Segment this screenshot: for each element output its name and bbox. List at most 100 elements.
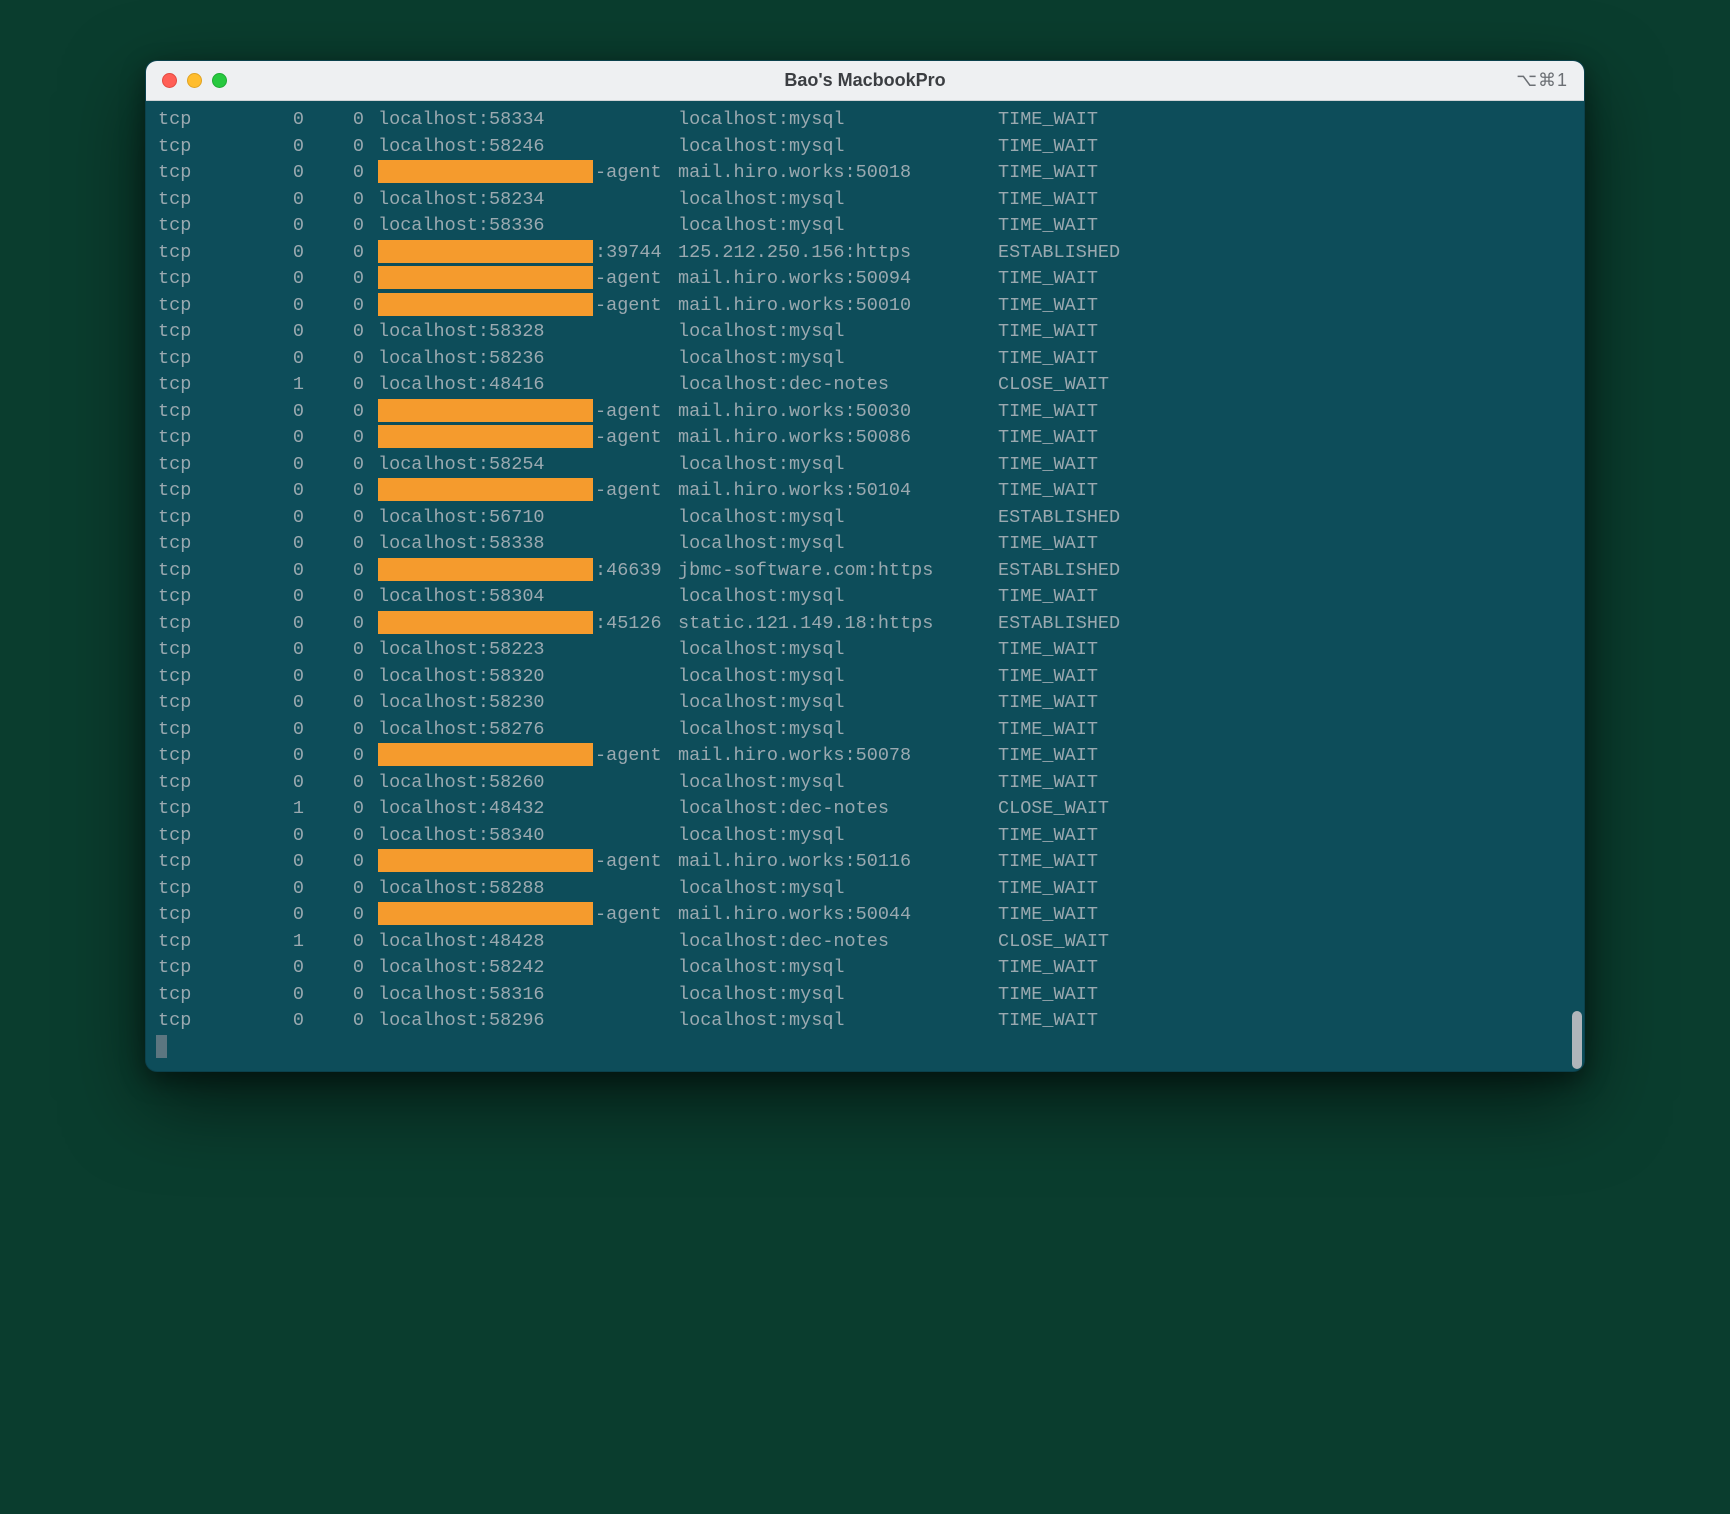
state-cell: TIME_WAIT <box>998 293 1218 320</box>
sendq-cell: 0 <box>318 1008 378 1035</box>
netstat-row: tcp00localhost:56710localhost:mysqlESTAB… <box>146 505 1584 532</box>
state-cell: TIME_WAIT <box>998 319 1218 346</box>
proto-cell: tcp <box>158 558 228 585</box>
remote-addr-cell: static.121.149.18:https <box>678 611 998 638</box>
scrollbar[interactable] <box>1571 101 1582 1071</box>
sendq-cell: 0 <box>318 637 378 664</box>
state-cell: TIME_WAIT <box>998 876 1218 903</box>
proto-cell: tcp <box>158 372 228 399</box>
recvq-cell: 0 <box>228 187 318 214</box>
local-addr-cell: -agent <box>378 266 678 293</box>
local-addr-cell: -agent <box>378 478 678 505</box>
recvq-cell: 0 <box>228 982 318 1009</box>
remote-addr-cell: localhost:mysql <box>678 505 998 532</box>
netstat-row: tcp00localhost:58316localhost:mysqlTIME_… <box>146 982 1584 1009</box>
remote-addr-cell: localhost:mysql <box>678 664 998 691</box>
netstat-row: tcp00-agentmail.hiro.works:50044TIME_WAI… <box>146 902 1584 929</box>
local-addr-cell: localhost:58276 <box>378 717 678 744</box>
state-cell: TIME_WAIT <box>998 346 1218 373</box>
redacted-block <box>378 240 593 263</box>
netstat-row: tcp00localhost:58230localhost:mysqlTIME_… <box>146 690 1584 717</box>
state-cell: TIME_WAIT <box>998 213 1218 240</box>
state-cell: TIME_WAIT <box>998 849 1218 876</box>
recvq-cell: 0 <box>228 319 318 346</box>
remote-addr-cell: localhost:mysql <box>678 955 998 982</box>
redacted-block <box>378 743 593 766</box>
state-cell: TIME_WAIT <box>998 743 1218 770</box>
remote-addr-cell: localhost:mysql <box>678 823 998 850</box>
prompt-line[interactable] <box>146 1035 1584 1061</box>
remote-addr-cell: localhost:dec-notes <box>678 929 998 956</box>
local-addr-cell: localhost:58336 <box>378 213 678 240</box>
netstat-row: tcp00:39744125.212.250.156:httpsESTABLIS… <box>146 240 1584 267</box>
proto-cell: tcp <box>158 531 228 558</box>
sendq-cell: 0 <box>318 107 378 134</box>
recvq-cell: 0 <box>228 213 318 240</box>
sendq-cell: 0 <box>318 399 378 426</box>
netstat-row: tcp00:46639jbmc-software.com:httpsESTABL… <box>146 558 1584 585</box>
proto-cell: tcp <box>158 664 228 691</box>
netstat-row: tcp00-agentmail.hiro.works:50104TIME_WAI… <box>146 478 1584 505</box>
sendq-cell: 0 <box>318 372 378 399</box>
terminal-output[interactable]: tcp00localhost:58334localhost:mysqlTIME_… <box>146 101 1584 1071</box>
titlebar[interactable]: Bao's MacbookPro ⌥⌘1 <box>146 61 1584 101</box>
state-cell: CLOSE_WAIT <box>998 372 1218 399</box>
netstat-row: tcp00-agentmail.hiro.works:50116TIME_WAI… <box>146 849 1584 876</box>
redacted-block <box>378 293 593 316</box>
state-cell: TIME_WAIT <box>998 770 1218 797</box>
netstat-row: tcp00localhost:58236localhost:mysqlTIME_… <box>146 346 1584 373</box>
zoom-button[interactable] <box>212 73 227 88</box>
state-cell: TIME_WAIT <box>998 717 1218 744</box>
state-cell: TIME_WAIT <box>998 399 1218 426</box>
local-addr-cell: -agent <box>378 425 678 452</box>
recvq-cell: 0 <box>228 637 318 664</box>
state-cell: TIME_WAIT <box>998 664 1218 691</box>
recvq-cell: 0 <box>228 955 318 982</box>
cursor-icon <box>156 1035 167 1058</box>
minimize-button[interactable] <box>187 73 202 88</box>
close-button[interactable] <box>162 73 177 88</box>
sendq-cell: 0 <box>318 664 378 691</box>
remote-addr-cell: mail.hiro.works:50044 <box>678 902 998 929</box>
remote-addr-cell: localhost:mysql <box>678 637 998 664</box>
proto-cell: tcp <box>158 160 228 187</box>
netstat-row: tcp00localhost:58338localhost:mysqlTIME_… <box>146 531 1584 558</box>
scrollbar-thumb[interactable] <box>1572 1011 1582 1069</box>
netstat-row: tcp00:45126static.121.149.18:httpsESTABL… <box>146 611 1584 638</box>
local-addr-cell: -agent <box>378 160 678 187</box>
state-cell: TIME_WAIT <box>998 187 1218 214</box>
proto-cell: tcp <box>158 399 228 426</box>
proto-cell: tcp <box>158 240 228 267</box>
local-addr-cell: localhost:48416 <box>378 372 678 399</box>
sendq-cell: 0 <box>318 452 378 479</box>
netstat-row: tcp00localhost:58254localhost:mysqlTIME_… <box>146 452 1584 479</box>
remote-addr-cell: localhost:dec-notes <box>678 796 998 823</box>
sendq-cell: 0 <box>318 876 378 903</box>
sendq-cell: 0 <box>318 160 378 187</box>
netstat-row: tcp00localhost:58340localhost:mysqlTIME_… <box>146 823 1584 850</box>
proto-cell: tcp <box>158 955 228 982</box>
redacted-block <box>378 160 593 183</box>
remote-addr-cell: localhost:mysql <box>678 134 998 161</box>
sendq-cell: 0 <box>318 505 378 532</box>
sendq-cell: 0 <box>318 982 378 1009</box>
sendq-cell: 0 <box>318 929 378 956</box>
local-addr-cell: -agent <box>378 849 678 876</box>
recvq-cell: 0 <box>228 823 318 850</box>
sendq-cell: 0 <box>318 531 378 558</box>
recvq-cell: 1 <box>228 372 318 399</box>
local-addr-cell: localhost:48428 <box>378 929 678 956</box>
netstat-row: tcp00-agentmail.hiro.works:50078TIME_WAI… <box>146 743 1584 770</box>
state-cell: TIME_WAIT <box>998 902 1218 929</box>
sendq-cell: 0 <box>318 955 378 982</box>
remote-addr-cell: mail.hiro.works:50116 <box>678 849 998 876</box>
sendq-cell: 0 <box>318 187 378 214</box>
terminal-window: Bao's MacbookPro ⌥⌘1 tcp00localhost:5833… <box>145 60 1585 1072</box>
local-addr-cell: -agent <box>378 399 678 426</box>
recvq-cell: 0 <box>228 399 318 426</box>
netstat-row: tcp10localhost:48428localhost:dec-notesC… <box>146 929 1584 956</box>
proto-cell: tcp <box>158 743 228 770</box>
remote-addr-cell: localhost:mysql <box>678 770 998 797</box>
netstat-row: tcp00localhost:58296localhost:mysqlTIME_… <box>146 1008 1584 1035</box>
proto-cell: tcp <box>158 346 228 373</box>
